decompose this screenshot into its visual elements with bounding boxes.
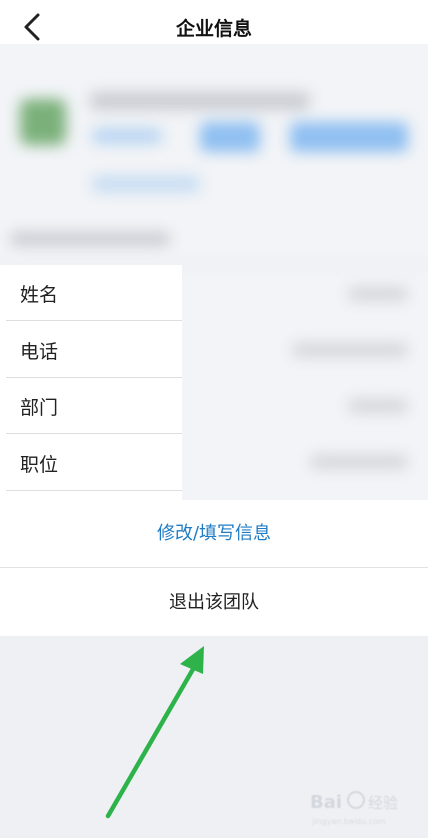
info-label: 部门 (20, 397, 59, 419)
info-row-department[interactable]: 部门 (6, 378, 182, 434)
svg-text:Bai: Bai (310, 792, 342, 813)
info-label: 职位 (20, 454, 59, 476)
edit-info-button[interactable]: 修改/填写信息 (0, 500, 428, 568)
svg-text:经验: 经验 (368, 794, 398, 812)
quit-team-button[interactable]: 退出该团队 (0, 569, 428, 636)
info-label: 姓名 (20, 284, 59, 306)
action-sheet: 修改/填写信息 退出该团队 (0, 500, 428, 636)
info-label: 电话 (20, 341, 59, 363)
member-info-list: 姓名 电话 部门 职位 (0, 265, 182, 500)
info-row-phone[interactable]: 电话 (6, 322, 182, 378)
svg-text:jingyan.baidu.com: jingyan.baidu.com (311, 817, 386, 826)
page-title: 企业信息 (175, 18, 252, 40)
info-row-name[interactable]: 姓名 (6, 265, 182, 321)
info-row-position[interactable]: 职位 (6, 435, 182, 491)
baidu-watermark-icon: Bai 经验 jingyan.baidu.com (310, 791, 398, 826)
